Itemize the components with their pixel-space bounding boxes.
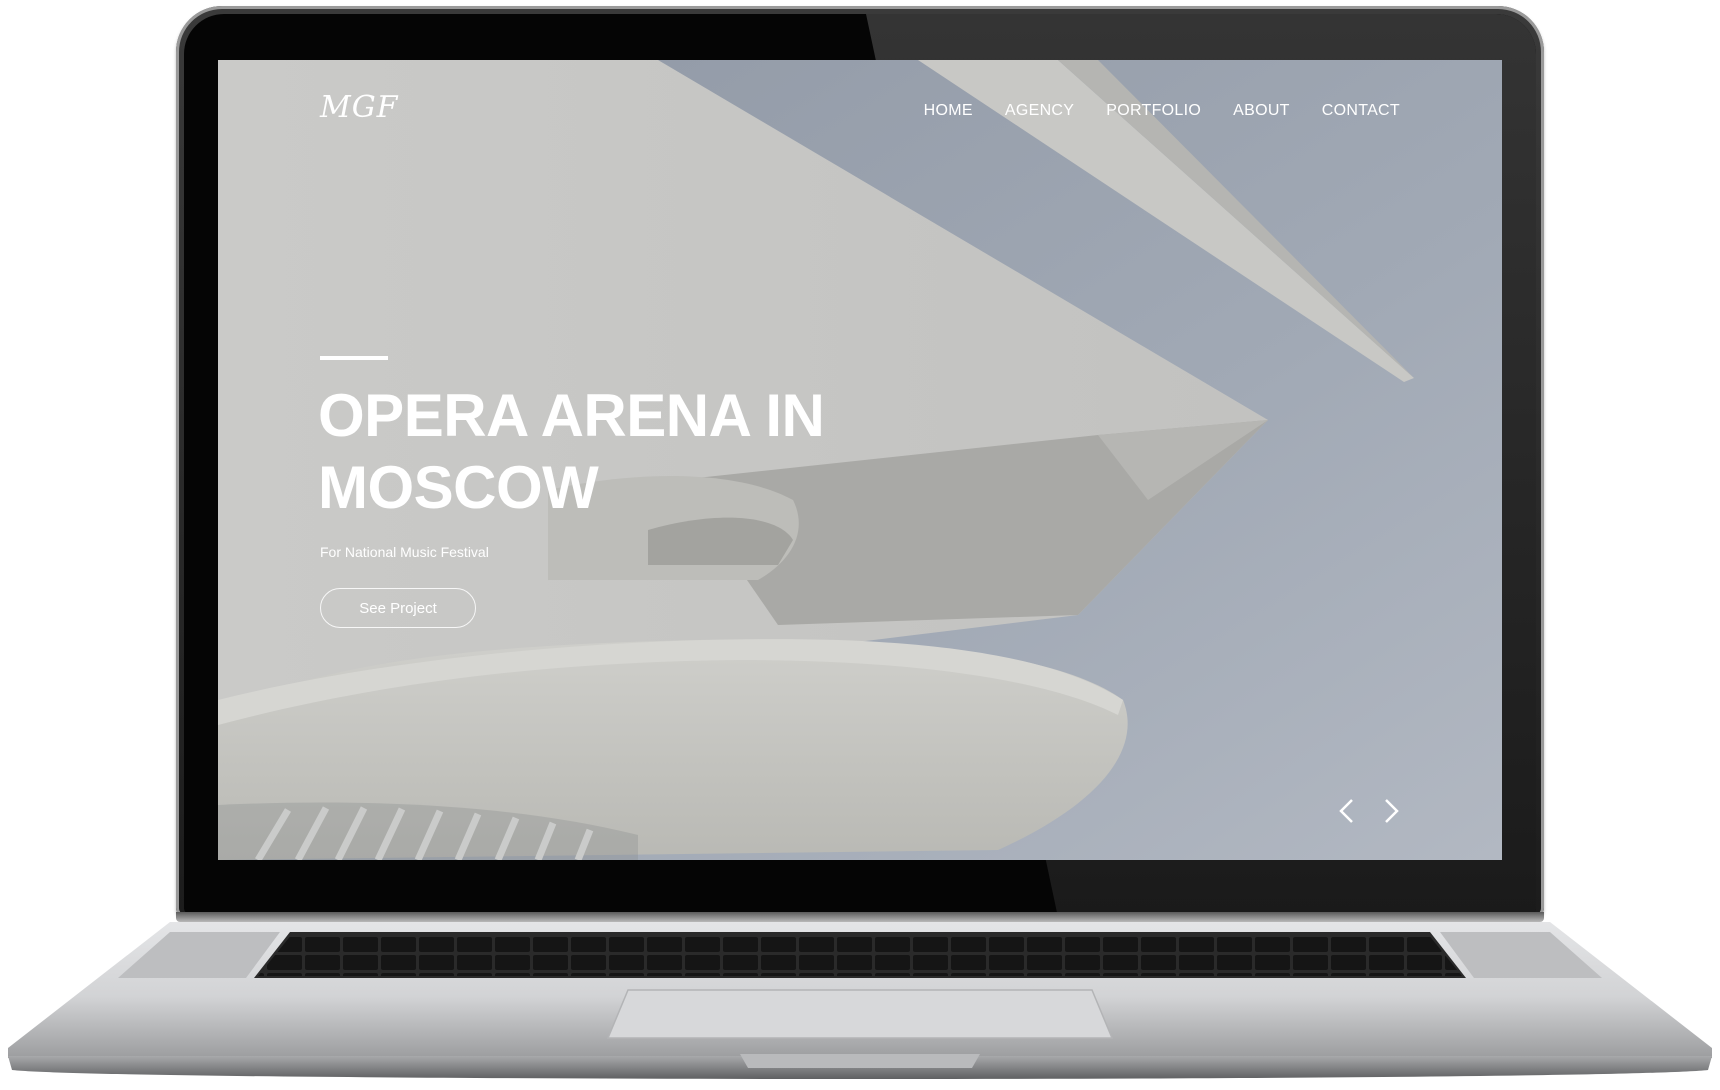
hero-title: OPERA ARENA IN MOSCOW — [318, 382, 825, 521]
chevron-left-icon[interactable] — [1336, 796, 1358, 826]
nav-contact[interactable]: CONTACT — [1322, 102, 1400, 120]
nav-about[interactable]: ABOUT — [1233, 102, 1290, 120]
site-logo[interactable]: MGF — [320, 90, 399, 125]
hero-subtitle: For National Music Festival — [320, 544, 489, 560]
laptop-base — [8, 922, 1712, 1079]
see-project-button[interactable]: See Project — [320, 588, 476, 628]
main-nav: HOME AGENCY PORTFOLIO ABOUT CONTACT — [924, 102, 1400, 120]
nav-home[interactable]: HOME — [924, 102, 973, 120]
laptop-screen: MGF HOME AGENCY PORTFOLIO ABOUT CONTACT … — [218, 60, 1502, 860]
slider-controls — [1336, 796, 1402, 826]
nav-agency[interactable]: AGENCY — [1005, 102, 1074, 120]
hero-accent-rule — [320, 356, 388, 360]
nav-portfolio[interactable]: PORTFOLIO — [1106, 102, 1201, 120]
chevron-right-icon[interactable] — [1380, 796, 1402, 826]
